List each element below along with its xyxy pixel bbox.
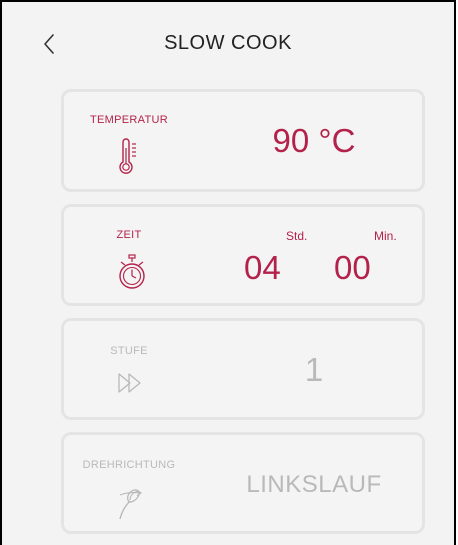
time-minutes-value: 00: [334, 249, 371, 286]
time-label: ZEIT: [116, 229, 142, 241]
whisk-icon: [116, 483, 146, 530]
direction-label: DREHRICHTUNG: [82, 459, 176, 471]
stopwatch-icon: [117, 253, 147, 296]
direction-value: LINKSLAUF: [246, 471, 382, 498]
time-minutes-unit: Min.: [374, 229, 397, 243]
header: SLOW COOK: [4, 4, 452, 78]
direction-card[interactable]: DREHRICHTUNG LINKSLAUF: [61, 432, 425, 534]
level-card[interactable]: STUFE 1: [61, 318, 425, 420]
level-label: STUFE: [110, 345, 148, 357]
time-card[interactable]: ZEIT 04 Std. 00 Min.: [61, 204, 425, 306]
time-hours-value: 04: [244, 249, 281, 286]
page-title: SLOW COOK: [164, 32, 292, 54]
app-screen: SLOW COOK TEMPERATUR 90 °C ZEIT 04 Std. …: [0, 0, 456, 545]
temperature-card[interactable]: TEMPERATUR 90 °C: [61, 89, 425, 192]
temperature-value: 90 °C: [272, 122, 356, 159]
temperature-label: TEMPERATUR: [90, 114, 168, 126]
time-hours-unit: Std.: [286, 229, 308, 243]
fast-forward-icon: [116, 371, 144, 400]
thermometer-icon: [117, 138, 143, 183]
level-value: 1: [304, 351, 324, 388]
